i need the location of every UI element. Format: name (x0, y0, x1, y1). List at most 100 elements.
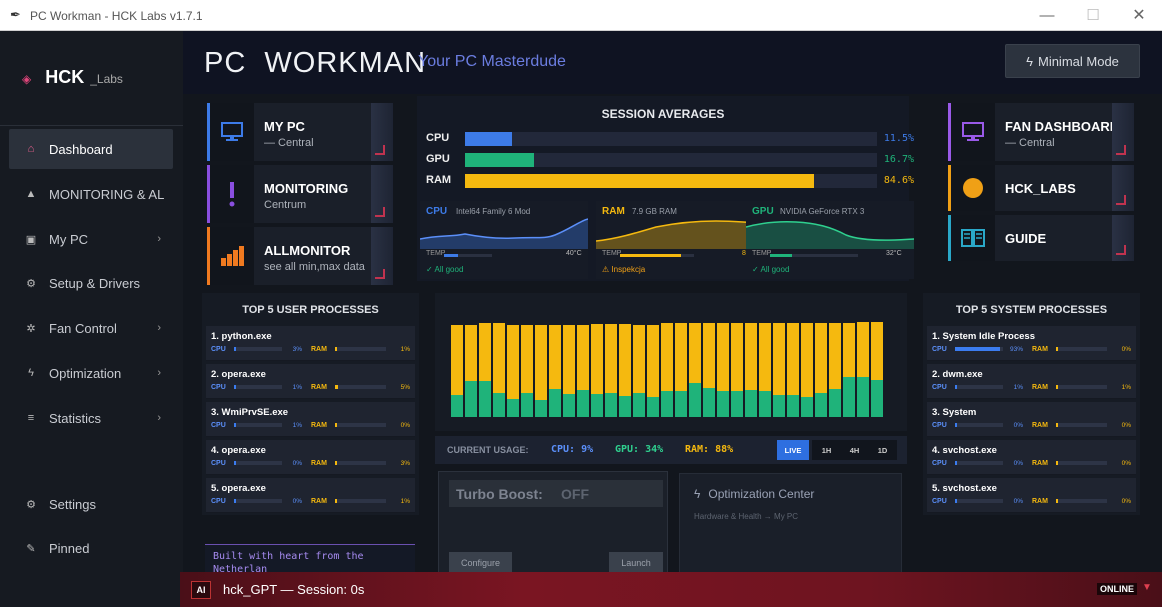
chart-bar-ram (577, 325, 589, 390)
current-cpu: CPU: 9% (551, 444, 594, 455)
range-4h-button[interactable]: 4H (840, 440, 869, 460)
chart-bar-gpu (451, 395, 463, 417)
cpu-fill (234, 461, 236, 465)
card-corner (1116, 195, 1126, 205)
ram-label: RAM (311, 346, 327, 353)
panel-title: TOP 5 SYSTEM PROCESSES (955, 304, 1108, 316)
page-subtitle: Your PC Masterdude (418, 53, 566, 70)
card-guide[interactable]: GUIDE (948, 215, 1134, 261)
ram-label: RAM (311, 422, 327, 429)
online-status-badge: ONLINE (1097, 583, 1138, 595)
process-name: 2. opera.exe (211, 369, 266, 380)
ram-value: 1% (400, 346, 410, 353)
sidebar-item-optimization[interactable]: ϟ Optimization › (9, 353, 173, 393)
chart-bar-gpu (591, 394, 603, 417)
temp-fill (620, 254, 681, 257)
session-bar-fill (465, 174, 814, 188)
sidebar-item-monitoring[interactable]: ▲ MONITORING & AL (9, 174, 173, 214)
sidebar-item-setup-drivers[interactable]: ⚙ Setup & Drivers (9, 263, 173, 303)
card-corner (375, 145, 385, 155)
minimal-mode-label: Minimal Mode (1037, 53, 1119, 69)
ram-fill (335, 347, 337, 351)
page-title: PC WORKMAN (204, 47, 427, 79)
card-hck-labs[interactable]: HCK_LABS (948, 165, 1134, 211)
chart-bar-gpu (703, 388, 715, 417)
chart-bar-ram (787, 323, 799, 395)
sidebar: ◈ HCK _Labs ⌂ Dashboard ▲ MONITORING & A… (0, 31, 183, 607)
sidebar-item-statistics[interactable]: ≡ Statistics › (9, 398, 173, 438)
optimization-title: ϟ Optimization Center (694, 487, 814, 501)
current-gpu: GPU: 34% (615, 444, 664, 455)
chart-bar-gpu (745, 390, 757, 417)
chart-bar-gpu (815, 393, 827, 417)
hck-gpt-bar[interactable]: AI hck_GPT — Session: 0s ONLINE ▼ (180, 572, 1162, 607)
ram-value: 3% (400, 460, 410, 467)
chart-bar-gpu (577, 390, 589, 417)
fan-icon: ✲ (26, 322, 36, 335)
sidebar-item-pinned[interactable]: ✎ Pinned (9, 528, 173, 568)
chart-bar-gpu (829, 389, 841, 417)
ram-label: RAM (311, 384, 327, 391)
expand-triangle-icon[interactable]: ▼ (1142, 582, 1152, 593)
process-name: 3. System (932, 407, 977, 418)
card-fan-dashboard[interactable]: FAN DASHBOARD — Central (948, 103, 1134, 161)
cpu-label: CPU (211, 498, 226, 505)
sidebar-item-label: Fan Control (49, 320, 117, 336)
process-name: 4. opera.exe (211, 445, 266, 456)
current-usage-label: CURRENT USAGE: (447, 445, 529, 455)
range-live-button[interactable]: LIVE (777, 440, 809, 460)
session-bar-track (465, 174, 877, 188)
sidebar-item-settings[interactable]: ⚙ Settings (9, 484, 173, 524)
list-icon: ≡ (27, 412, 35, 424)
ram-value: 0% (400, 422, 410, 429)
minimal-mode-button[interactable]: ϟ Minimal Mode (1005, 44, 1140, 78)
range-1d-button[interactable]: 1D (868, 440, 897, 460)
chart-bar-ram (675, 323, 687, 391)
cpu-label: CPU (932, 460, 947, 467)
ram-label: RAM (1032, 346, 1048, 353)
close-button[interactable]: ✕ (1116, 0, 1162, 31)
card-subtitle: see all min,max data (264, 261, 365, 273)
chart-bar-ram (549, 325, 561, 389)
chart-bar-ram (507, 325, 519, 399)
sidebar-item-fan-control[interactable]: ✲ Fan Control › (9, 308, 173, 348)
mini-graph-label: RAM (602, 206, 625, 217)
maximize-button[interactable]: ☐ (1070, 0, 1116, 31)
chart-bar-ram (563, 325, 575, 394)
sidebar-item-label: Statistics (49, 410, 102, 426)
card-allmonitor[interactable]: ALLMONITOR see all min,max data (207, 227, 393, 285)
card-monitoring[interactable]: MONITORING Centrum (207, 165, 393, 223)
launch-button[interactable]: Launch (609, 552, 663, 573)
card-subtitle: Centrum (264, 199, 307, 211)
monitor-icon (210, 103, 254, 161)
card-my-pc[interactable]: MY PC — Central (207, 103, 393, 161)
card-corner (375, 207, 385, 217)
minimize-button[interactable]: — (1024, 0, 1070, 31)
chart-bar-ram (759, 323, 771, 391)
ram-track (335, 499, 386, 503)
card-subtitle: — Central (1005, 137, 1055, 149)
sidebar-item-my-pc[interactable]: ▣ My PC › (9, 219, 173, 259)
monitor-icon (951, 103, 995, 161)
cpu-track (955, 347, 1003, 351)
chart-bar-gpu (773, 395, 785, 417)
sidebar-item-dashboard[interactable]: ⌂ Dashboard (9, 129, 173, 169)
ram-fill (1056, 385, 1058, 389)
process-row: 2. opera.exe CPU 1% RAM 5% (206, 364, 415, 399)
chart-bar-gpu (871, 380, 883, 417)
configure-button[interactable]: Configure (449, 552, 512, 573)
temp-label: TEMP (752, 250, 772, 257)
chart-bar-gpu (479, 381, 491, 417)
turbo-boost-status: Turbo Boost: OFF (449, 480, 663, 507)
card-title: HCK_LABS (1005, 181, 1076, 196)
current-ram: RAM: 88% (685, 444, 734, 455)
home-icon: ⌂ (27, 143, 35, 155)
card-title: GUIDE (1005, 231, 1047, 246)
chart-bar-gpu (563, 394, 575, 417)
range-1h-button[interactable]: 1H (812, 440, 841, 460)
card-title: MONITORING (264, 181, 349, 196)
temp-track (770, 254, 858, 257)
cpu-track (955, 423, 1003, 427)
chart-bar-ram (871, 322, 883, 380)
turbo-state: OFF (561, 486, 589, 502)
